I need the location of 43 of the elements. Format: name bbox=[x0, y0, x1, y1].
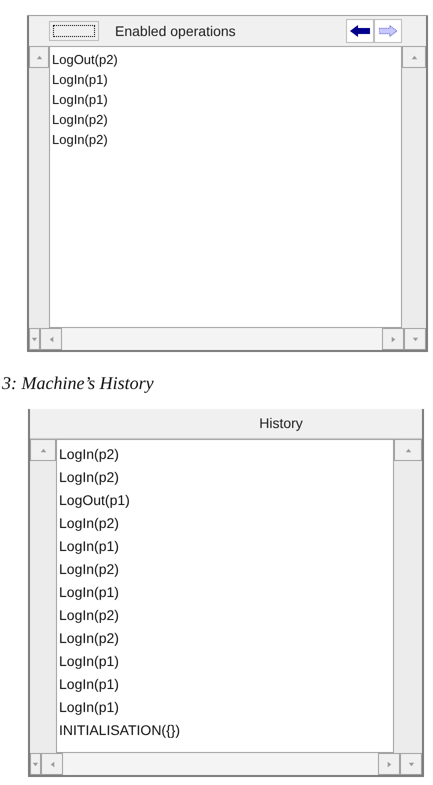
scroll-down-button[interactable] bbox=[404, 328, 426, 350]
scroll-down-button[interactable] bbox=[400, 753, 422, 775]
list-item[interactable]: LogIn(p1) bbox=[59, 649, 391, 672]
scroll-up-button[interactable] bbox=[30, 439, 56, 461]
list-item[interactable]: LogIn(p2) bbox=[59, 603, 391, 626]
list-item[interactable]: LogIn(p2) bbox=[52, 109, 399, 129]
list-item[interactable]: LogIn(p2) bbox=[59, 557, 391, 580]
scroll-left-button[interactable] bbox=[41, 753, 63, 775]
triangle-down-icon bbox=[410, 334, 420, 344]
list-item[interactable]: LogIn(p1) bbox=[52, 69, 399, 89]
blank-button[interactable] bbox=[49, 21, 99, 41]
list-item[interactable]: LogIn(p1) bbox=[59, 580, 391, 603]
scroll-right-button[interactable] bbox=[378, 753, 400, 775]
triangle-right-icon bbox=[388, 334, 398, 344]
scroll-left-button[interactable] bbox=[40, 328, 62, 350]
list-item[interactable]: INITIALISATION({}) bbox=[59, 718, 391, 741]
scroll-down-button[interactable] bbox=[29, 328, 40, 350]
scroll-up-button[interactable] bbox=[394, 439, 422, 461]
panel-title: Enabled operations bbox=[114, 22, 237, 41]
list-item[interactable]: LogIn(p1) bbox=[59, 534, 391, 557]
back-button[interactable] bbox=[346, 19, 374, 43]
triangle-down-icon bbox=[406, 760, 416, 768]
list-item[interactable]: LogOut(p1) bbox=[59, 488, 391, 511]
panel-title: History bbox=[258, 414, 303, 433]
triangle-down-icon bbox=[31, 760, 40, 768]
right-arrow-icon bbox=[379, 25, 397, 37]
figure-caption: 3: Machine’s History bbox=[2, 372, 155, 395]
list-item[interactable]: LogOut(p2) bbox=[52, 49, 399, 69]
triangle-down-icon bbox=[30, 334, 39, 344]
triangle-right-icon bbox=[384, 760, 394, 768]
list-item[interactable]: LogIn(p1) bbox=[59, 695, 391, 718]
scroll-right-button[interactable] bbox=[382, 328, 404, 350]
list-item[interactable]: LogIn(p2) bbox=[59, 511, 391, 534]
list-item[interactable]: LogIn(p2) bbox=[59, 626, 391, 649]
list-item[interactable]: LogIn(p1) bbox=[59, 672, 391, 695]
scroll-up-button[interactable] bbox=[402, 46, 426, 68]
list-item[interactable]: LogIn(p2) bbox=[59, 442, 391, 465]
list-item[interactable]: LogIn(p2) bbox=[52, 129, 399, 149]
left-arrow-icon bbox=[350, 25, 370, 37]
list-item[interactable]: LogIn(p1) bbox=[52, 89, 399, 109]
scroll-down-button[interactable] bbox=[30, 753, 41, 775]
list-item[interactable]: LogIn(p2) bbox=[59, 465, 391, 488]
scroll-up-button[interactable] bbox=[29, 46, 49, 68]
